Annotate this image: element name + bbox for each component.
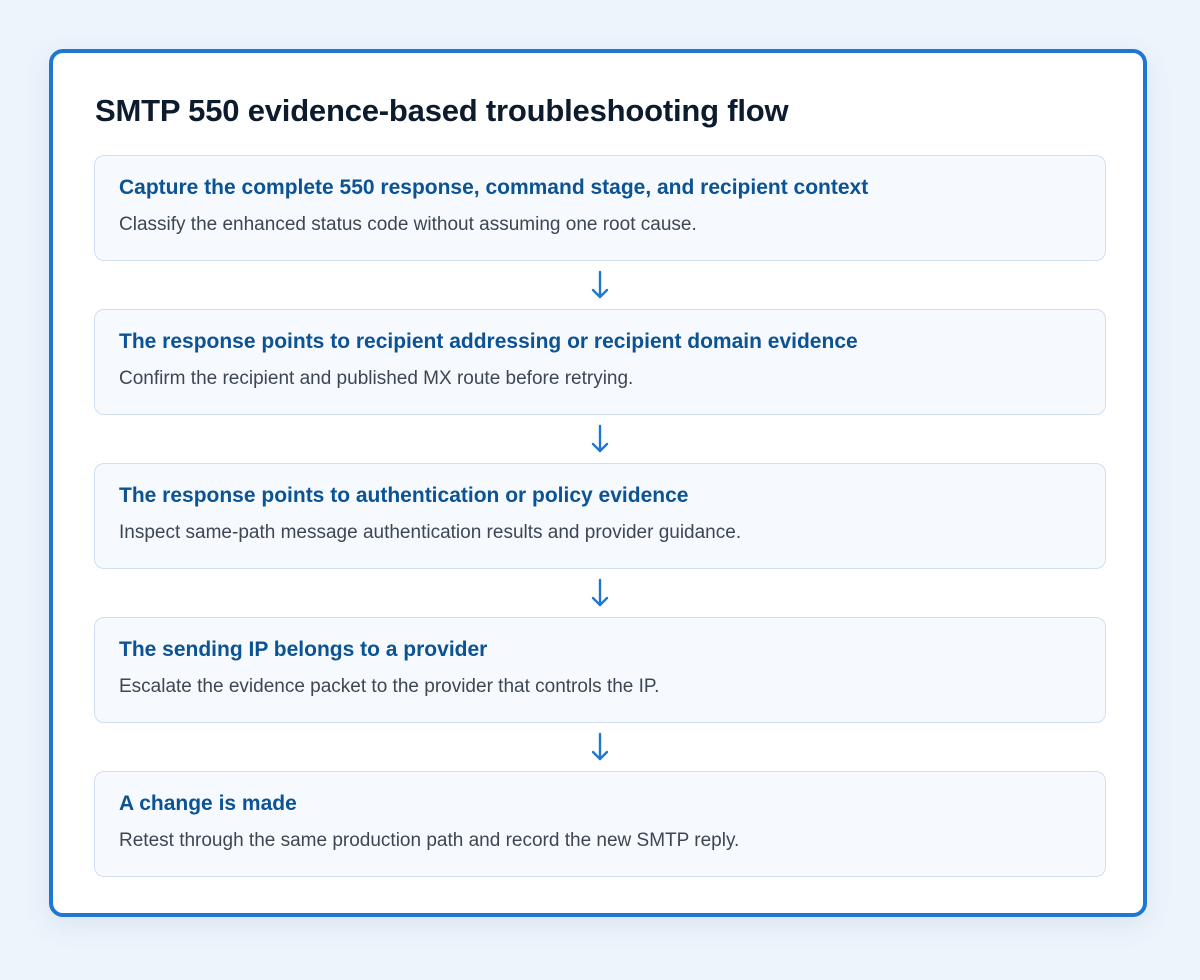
step-description: Retest through the same production path … bbox=[119, 830, 740, 851]
step-description: Classify the enhanced status code withou… bbox=[119, 214, 697, 235]
step-description: Inspect same-path message authentication… bbox=[119, 522, 742, 543]
flow-steps: Capture the complete 550 response, comma… bbox=[94, 155, 1106, 877]
arrow-down-icon bbox=[94, 261, 1106, 309]
step-title: Capture the complete 550 response, comma… bbox=[119, 176, 869, 199]
flow-step-1: Capture the complete 550 response, comma… bbox=[94, 155, 1106, 261]
step-title: The sending IP belongs to a provider bbox=[119, 638, 488, 661]
step-title: A change is made bbox=[119, 792, 297, 815]
arrow-down-icon bbox=[94, 569, 1106, 617]
step-title: The response points to authentication or… bbox=[119, 484, 689, 507]
arrow-down-icon bbox=[94, 723, 1106, 771]
step-description: Escalate the evidence packet to the prov… bbox=[119, 676, 660, 697]
step-title: The response points to recipient address… bbox=[119, 330, 858, 353]
page-title: SMTP 550 evidence-based troubleshooting … bbox=[95, 93, 789, 128]
flow-step-3: The response points to authentication or… bbox=[94, 463, 1106, 569]
arrow-down-icon bbox=[94, 415, 1106, 463]
flow-step-5: A change is made Retest through the same… bbox=[94, 771, 1106, 877]
flow-step-4: The sending IP belongs to a provider Esc… bbox=[94, 617, 1106, 723]
step-description: Confirm the recipient and published MX r… bbox=[119, 368, 634, 389]
flow-step-2: The response points to recipient address… bbox=[94, 309, 1106, 415]
flow-card: SMTP 550 evidence-based troubleshooting … bbox=[49, 49, 1147, 917]
